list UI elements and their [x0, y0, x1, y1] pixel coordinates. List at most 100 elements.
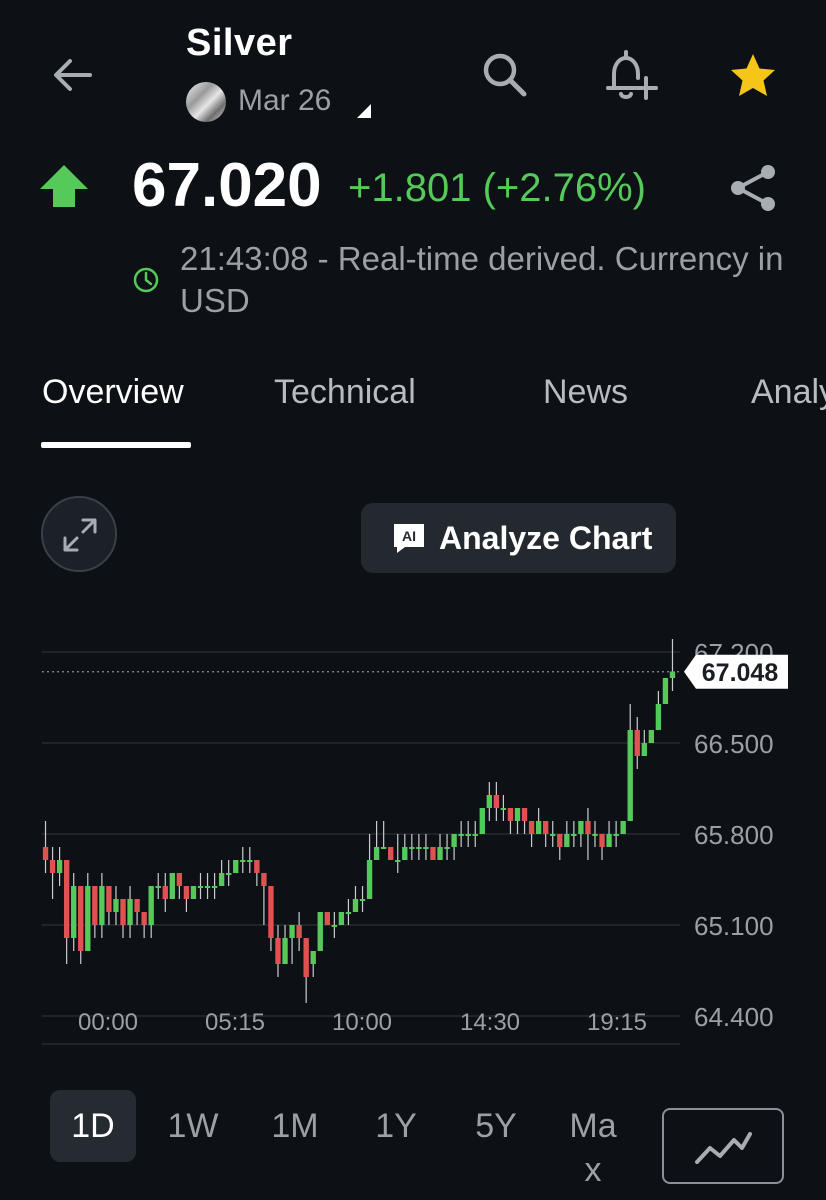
x-tick-label: 10:00	[332, 1009, 392, 1036]
candle-body	[289, 925, 295, 938]
tab-analysis[interactable]: Analy	[751, 373, 826, 412]
candle-body	[416, 847, 422, 849]
candle-body	[254, 860, 260, 873]
candle-body	[557, 834, 563, 847]
candle-body	[507, 808, 514, 821]
candle-body	[359, 899, 366, 901]
candle-body	[134, 899, 140, 912]
range-max-button[interactable]: Max	[551, 1090, 635, 1192]
share-button[interactable]	[728, 162, 780, 214]
candle-body	[56, 860, 63, 873]
candle-body	[662, 678, 669, 704]
candle-body	[620, 821, 626, 834]
candle-body	[190, 886, 197, 899]
candle-body	[585, 821, 591, 834]
analyze-chart-button[interactable]: AI Analyze Chart	[361, 503, 676, 573]
candle-body	[380, 847, 387, 849]
search-button[interactable]	[478, 48, 532, 102]
add-alert-button[interactable]	[600, 46, 660, 106]
price-chart[interactable]: 00:00 05:15 10:00 14:30 19:15 64.400 65.100 65…	[0, 620, 826, 1060]
candle-body	[148, 886, 154, 925]
candle-body	[634, 730, 640, 756]
y-tick-label: 65.100	[694, 911, 774, 941]
candle-body	[324, 912, 330, 925]
candle-body	[648, 730, 655, 743]
back-button[interactable]	[48, 50, 98, 100]
range-1d-button[interactable]: 1D	[50, 1090, 136, 1162]
range-1w-button[interactable]: 1W	[150, 1090, 236, 1162]
active-tab-indicator	[41, 442, 191, 448]
search-icon	[483, 53, 527, 97]
expand-chart-button[interactable]	[41, 496, 117, 572]
candle-body	[437, 847, 443, 860]
last-price: 67.020	[132, 151, 322, 220]
candle-body	[430, 847, 436, 860]
candle-body	[155, 886, 161, 888]
candle-body	[345, 912, 352, 914]
tab-technical[interactable]: Technical	[274, 373, 416, 412]
candle-body	[373, 847, 380, 860]
candle-body	[338, 912, 345, 925]
range-1y-button[interactable]: 1Y	[353, 1090, 439, 1162]
x-tick-label: 19:15	[587, 1009, 647, 1036]
x-tick-label: 05:15	[205, 1009, 265, 1036]
candle-body	[655, 704, 662, 730]
x-tick-label: 00:00	[78, 1009, 138, 1036]
candle-body	[218, 873, 225, 886]
candle-body	[247, 860, 253, 862]
candle-body	[296, 925, 302, 938]
candle-body	[444, 847, 450, 849]
candle-body	[169, 873, 175, 899]
candle-body	[352, 899, 359, 912]
candle-body	[493, 795, 500, 808]
candle-body	[71, 886, 77, 938]
candle-body	[85, 886, 91, 951]
candle-body	[113, 899, 119, 912]
ai-chat-icon: AI	[394, 524, 424, 553]
candle-body	[211, 886, 218, 888]
line-chart-icon	[695, 1132, 752, 1164]
star-icon	[731, 54, 775, 96]
candle-body	[486, 795, 492, 808]
candle-body	[99, 886, 105, 925]
candle-body	[282, 938, 288, 964]
candle-body	[78, 886, 84, 951]
candle-body	[451, 834, 457, 847]
candle-body	[275, 938, 281, 964]
candle-body	[641, 743, 647, 756]
favorite-button[interactable]	[726, 50, 780, 104]
range-5y-button[interactable]: 5Y	[453, 1090, 539, 1162]
y-tick-label: 66.500	[694, 729, 774, 759]
candle-body	[613, 834, 619, 836]
candle-body	[388, 847, 394, 860]
tab-overview[interactable]: Overview	[42, 373, 184, 412]
candle-body	[162, 886, 168, 899]
candle-body	[627, 730, 633, 821]
instrument-title: Silver	[186, 22, 293, 64]
caret-down-icon[interactable]	[357, 104, 371, 118]
candle-body	[606, 834, 612, 847]
contract-selector[interactable]: Mar 26	[238, 84, 331, 118]
candle-body	[599, 834, 605, 847]
share-icon	[731, 165, 775, 211]
current-price-label: 67.048	[702, 659, 779, 687]
candle-body	[535, 821, 542, 834]
range-1m-button[interactable]: 1M	[252, 1090, 338, 1162]
candle-body	[42, 847, 49, 860]
chart-type-button[interactable]	[662, 1108, 784, 1184]
tab-news[interactable]: News	[543, 373, 628, 412]
y-tick-label: 65.800	[694, 820, 774, 850]
candle-body	[63, 860, 70, 938]
candle-body	[472, 834, 478, 836]
range-max-label: Max	[569, 1107, 617, 1189]
candle-body	[303, 938, 309, 977]
candle-body	[366, 860, 373, 899]
candle-body	[500, 808, 507, 810]
candle-body	[550, 834, 556, 836]
arrow-left-icon	[54, 59, 92, 91]
candle-body	[331, 925, 338, 927]
candle-body	[458, 834, 464, 836]
candle-body	[317, 912, 323, 951]
candle-body	[92, 886, 98, 925]
candle-body	[564, 834, 570, 847]
